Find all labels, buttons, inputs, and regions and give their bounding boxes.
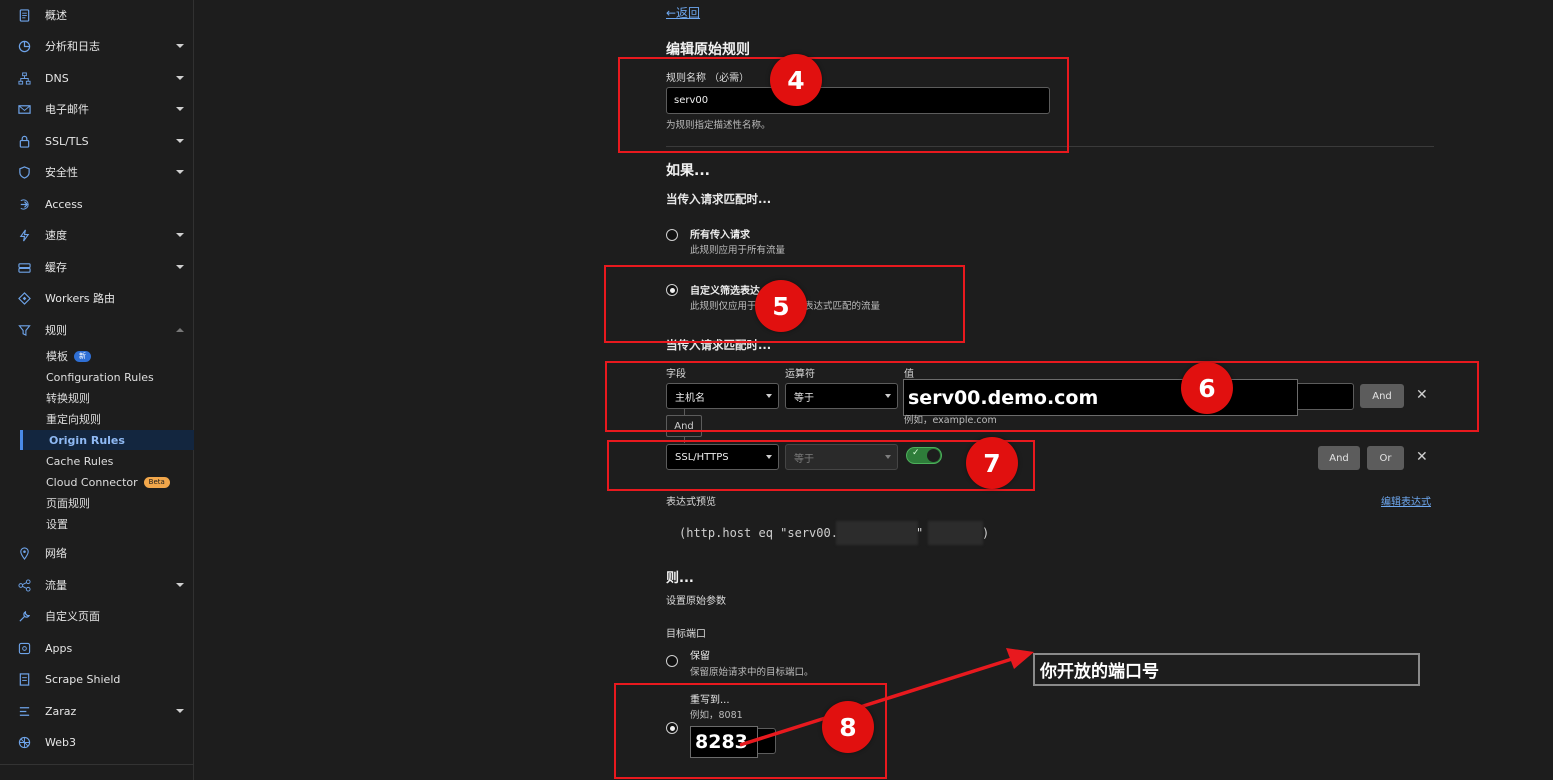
annotation-callout: 你开放的端口号 [1033, 653, 1420, 686]
annotation-step-8: 8 [822, 701, 874, 753]
